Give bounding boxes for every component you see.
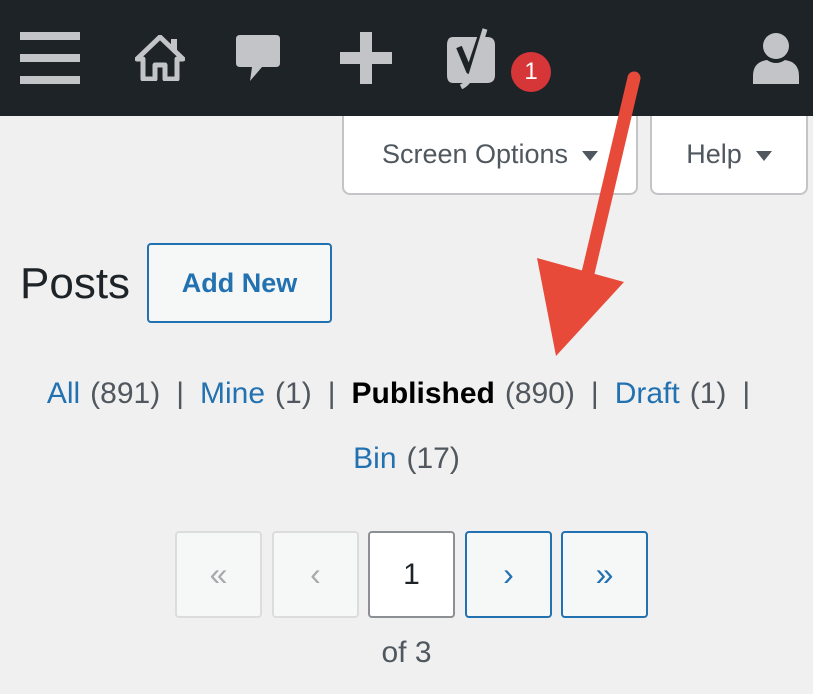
filter-published-count: (890) (504, 377, 575, 410)
comment-bubble-icon[interactable] (222, 0, 294, 116)
status-filters-row-2: Bin (17) (0, 437, 813, 481)
filter-separator: | (176, 377, 184, 410)
filter-all-count: (891) (90, 377, 161, 410)
filter-all-link[interactable]: All (47, 372, 80, 416)
filter-mine-count: (1) (275, 377, 312, 410)
user-icon[interactable] (740, 0, 812, 116)
filter-separator: | (590, 377, 599, 410)
last-page-button[interactable]: » (561, 531, 648, 618)
help-label: Help (686, 139, 742, 169)
page-title: Posts (20, 259, 131, 308)
filter-bin-link[interactable]: Bin (353, 437, 396, 481)
help-button[interactable]: Help (650, 116, 808, 195)
filter-draft-link[interactable]: Draft (615, 372, 680, 416)
notification-badge: 1 (511, 52, 551, 92)
home-icon[interactable] (124, 0, 196, 116)
yoast-icon[interactable] (434, 0, 510, 116)
filter-separator: | (742, 377, 751, 410)
filter-published-link[interactable]: Published (352, 372, 495, 416)
caret-down-icon (582, 150, 599, 161)
screen-options-button[interactable]: Screen Options (342, 116, 638, 195)
previous-page-button: ‹ (272, 531, 359, 618)
admin-bar (0, 0, 813, 116)
filter-separator: | (327, 377, 336, 410)
filter-bin-count: (17) (406, 442, 460, 475)
hamburger-menu-icon[interactable] (14, 0, 86, 116)
plus-icon[interactable] (330, 0, 402, 116)
first-page-button: « (175, 531, 262, 618)
next-page-button[interactable]: › (465, 531, 552, 618)
caret-down-icon (755, 150, 772, 161)
current-page-input[interactable]: 1 (368, 531, 455, 618)
status-filters: All (891) | Mine (1) | Published (890) |… (0, 372, 813, 416)
screen-options-label: Screen Options (381, 139, 569, 169)
filter-draft-count: (1) (689, 377, 727, 410)
filter-mine-link[interactable]: Mine (200, 372, 265, 416)
add-new-button[interactable]: Add New (147, 243, 332, 323)
total-pages-label: of 3 (381, 636, 432, 669)
